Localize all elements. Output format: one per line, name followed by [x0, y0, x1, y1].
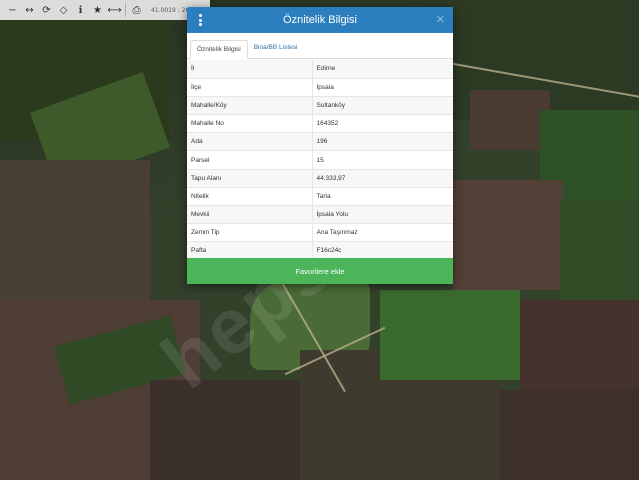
close-icon[interactable]: ✕ [436, 13, 445, 26]
add-to-favorites-button[interactable]: Favorilere ekle [187, 258, 453, 284]
row-key: Mahalle No [187, 114, 313, 134]
table-row: Parsel 15 [187, 150, 453, 170]
row-value: 15 [312, 150, 453, 170]
table-row: İl Edirne [187, 60, 453, 79]
dialog-header: Öznitelik Bilgisi ✕ [187, 7, 453, 33]
row-value: Edirne [312, 60, 453, 79]
row-value: 164352 [312, 114, 453, 134]
vertical-dots-menu-icon[interactable] [195, 14, 205, 26]
row-key: Mevkii [187, 205, 313, 225]
attribute-info-dialog: Öznitelik Bilgisi ✕ Öznitelik Bilgisi Bi… [187, 7, 453, 284]
table-row: Tapu Alanı 44.333,97 [187, 169, 453, 188]
map-field [470, 90, 550, 150]
tab-attribute-info[interactable]: Öznitelik Bilgisi [190, 40, 248, 59]
table-row: İlçe İpsala [187, 78, 453, 97]
toolbar-divider [125, 3, 126, 17]
row-key: İlçe [187, 78, 313, 97]
map-field [560, 200, 639, 300]
row-key: Nitelik [187, 187, 313, 207]
table-row: Mahalle No 164352 [187, 114, 453, 134]
map-field [150, 380, 310, 480]
row-value: Tarla [312, 187, 453, 207]
map-field [520, 300, 639, 400]
table-row: Nitelik Tarla [187, 187, 453, 207]
row-key: Tapu Alanı [187, 169, 313, 188]
table-row: Mevkii İpsala Yolu [187, 205, 453, 225]
row-key: Zemin Tip [187, 223, 313, 243]
table-row: Zemin Tip Ana Taşınmaz [187, 223, 453, 243]
star-icon[interactable]: ★ [89, 0, 106, 20]
arrows-icon[interactable]: ↔ [21, 0, 38, 20]
target-icon[interactable]: ◇ [55, 0, 72, 20]
refresh-icon[interactable]: ⟳ [38, 0, 55, 20]
map-field [0, 160, 150, 300]
map-field [453, 180, 563, 290]
info-icon[interactable]: ℹ [72, 0, 89, 20]
dialog-tabs: Öznitelik Bilgisi Bina/BB Listesi [187, 37, 453, 59]
row-key: Parsel [187, 150, 313, 170]
table-row: Ada 196 [187, 132, 453, 152]
minus-icon[interactable]: − [4, 0, 21, 20]
row-value: İpsala [312, 78, 453, 97]
row-value: Ana Taşınmaz [312, 223, 453, 243]
row-value: Sultanköy [312, 96, 453, 116]
attribute-table: İl Edirne İlçe İpsala Mahalle/Köy Sultanköy… [187, 60, 453, 261]
row-key: Ada [187, 132, 313, 152]
table-row: Mahalle/Köy Sultanköy [187, 96, 453, 116]
row-value: 196 [312, 132, 453, 152]
row-value: İpsala Yolu [312, 205, 453, 225]
map-field [500, 390, 639, 480]
map-field [380, 290, 520, 380]
row-value: 44.333,97 [312, 169, 453, 188]
row-key: İl [187, 60, 313, 79]
dialog-title: Öznitelik Bilgisi [283, 14, 357, 26]
print-icon[interactable]: ⎙ [128, 0, 145, 20]
ruler-icon[interactable]: ⟷ [106, 0, 123, 20]
row-key: Mahalle/Köy [187, 96, 313, 116]
tab-building-list[interactable]: Bina/BB Listesi [248, 39, 304, 58]
map-toolbar: − ↔ ⟳ ◇ ℹ ★ ⟷ ⎙ 41.0019 : 26.4072 [0, 0, 210, 20]
